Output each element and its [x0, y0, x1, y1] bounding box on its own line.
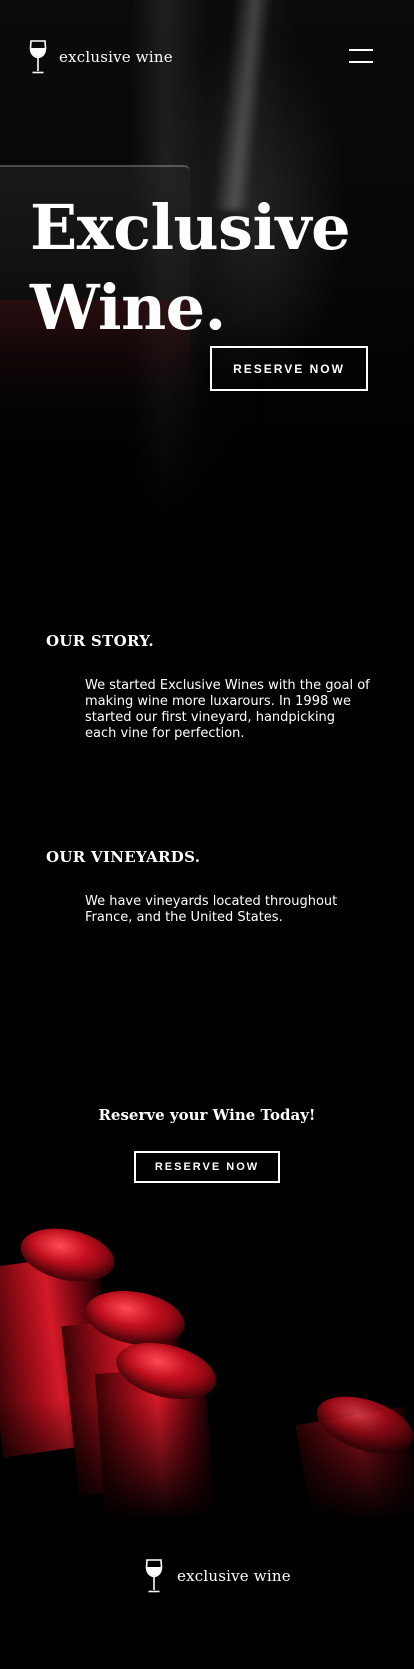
- menu-line: [349, 49, 373, 51]
- brand-name: exclusive wine: [59, 48, 173, 66]
- hero-title: Exclusive Wine.: [30, 188, 360, 348]
- footer-brand-name: exclusive wine: [177, 1567, 291, 1585]
- story-heading: OUR STORY.: [46, 632, 154, 650]
- footer-logo[interactable]: exclusive wine: [145, 1559, 291, 1593]
- vineyards-text: We have vineyards located throughout Fra…: [85, 894, 338, 925]
- reserve-heading: Reserve your Wine Today!: [98, 1106, 316, 1124]
- corks-fade: [0, 1400, 414, 1520]
- hero-title-line2: Wine.: [30, 271, 226, 344]
- story-text: We started Exclusive Wines with the goal…: [85, 678, 370, 741]
- reserve-button[interactable]: RESERVE NOW: [134, 1151, 280, 1183]
- vineyards-heading: OUR VINEYARDS.: [46, 848, 201, 866]
- wine-corks-image: [0, 1200, 414, 1520]
- wine-glass-icon: [145, 1559, 163, 1593]
- hero-reserve-button[interactable]: RESERVE NOW: [210, 346, 368, 391]
- menu-line: [349, 61, 373, 63]
- hero-title-line1: Exclusive: [30, 191, 351, 264]
- wine-glass-icon: [29, 40, 47, 74]
- hamburger-menu-icon[interactable]: [349, 47, 375, 65]
- header-logo[interactable]: exclusive wine: [29, 40, 173, 74]
